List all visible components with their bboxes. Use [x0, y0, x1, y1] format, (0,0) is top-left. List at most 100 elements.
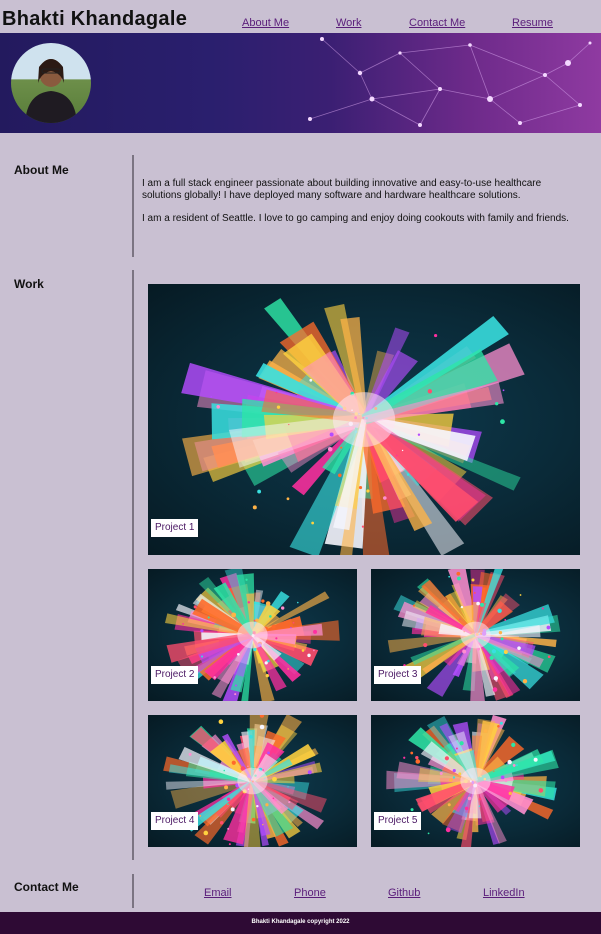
burst-particle [478, 805, 481, 807]
project-label-5[interactable]: Project 5 [374, 812, 422, 830]
burst-particle [448, 575, 451, 578]
about-heading: About Me [14, 163, 69, 177]
burst-particle [503, 649, 508, 654]
burst-particle [406, 473, 410, 476]
burst-particle [480, 602, 485, 607]
burst-particle [511, 742, 516, 747]
burst-particle [358, 485, 363, 490]
github-link[interactable]: Github [388, 887, 420, 899]
burst-particle [395, 454, 398, 457]
phone-link[interactable]: Phone [294, 887, 326, 899]
burst-particle [417, 433, 421, 436]
burst-particle [226, 797, 231, 801]
copyright-text: Bhakti Khandagale copyright 2022 [251, 919, 350, 925]
project-label-1[interactable]: Project 1 [151, 519, 199, 537]
burst-particle [517, 646, 521, 650]
burst-particle [427, 389, 433, 394]
burst-particle [541, 607, 544, 610]
burst-particle [307, 770, 312, 775]
burst-particle [546, 625, 551, 630]
burst-particle [237, 652, 240, 656]
burst-particle [467, 796, 472, 801]
burst-particle [182, 623, 184, 625]
burst-particle [410, 808, 414, 812]
burst-particle [459, 618, 461, 621]
burst-particle [493, 676, 499, 681]
project-tile-2[interactable]: Project 2 [148, 569, 357, 701]
about-paragraph-2: I am a resident of Seattle. I love to go… [142, 213, 569, 224]
burst-particle [228, 843, 231, 846]
burst-particle [262, 769, 264, 771]
burst-particle [500, 419, 505, 425]
nav-work-link[interactable]: Work [336, 17, 361, 29]
burst-particle [227, 827, 230, 830]
burst-particle [327, 446, 333, 452]
burst-particle [498, 630, 503, 635]
burst-particle [255, 618, 259, 622]
project-tile-3[interactable]: Project 3 [371, 569, 580, 701]
email-link[interactable]: Email [204, 887, 232, 899]
burst-particle [307, 653, 311, 658]
about-divider [132, 155, 134, 257]
burst-particle [471, 578, 475, 582]
burst-particle [257, 489, 262, 494]
burst-particle [507, 759, 512, 765]
burst-particle [256, 804, 259, 808]
nav-about-link[interactable]: About Me [242, 17, 289, 29]
burst-particle [265, 803, 269, 807]
contact-divider [132, 874, 134, 908]
burst-particle [415, 755, 419, 760]
burst-particle [427, 832, 430, 835]
burst-particle [497, 724, 500, 728]
project-label-2[interactable]: Project 2 [151, 666, 199, 684]
burst-particle [519, 594, 522, 596]
burst-particle [280, 606, 285, 610]
burst-particle [313, 649, 315, 652]
footer: Bhakti Khandagale copyright 2022 [0, 912, 601, 934]
nav-contact-link[interactable]: Contact Me [409, 17, 465, 29]
work-divider [132, 270, 134, 860]
burst-particle [296, 601, 299, 604]
project-tile-1[interactable]: Project 1 [148, 284, 580, 555]
burst-particle [210, 395, 213, 398]
burst-particle [269, 615, 272, 618]
burst-particle [290, 626, 292, 629]
project-tile-5[interactable]: Project 5 [371, 715, 580, 847]
project-tile-4[interactable]: Project 4 [148, 715, 357, 847]
burst-core [460, 767, 491, 795]
burst-particle [245, 578, 248, 581]
burst-particle [309, 378, 313, 382]
nav-resume-link[interactable]: Resume [512, 17, 553, 29]
burst-particle [193, 605, 197, 609]
burst-particle [500, 775, 505, 780]
burst-particle [294, 645, 297, 648]
burst-particle [200, 629, 204, 633]
burst-particle [444, 756, 450, 761]
burst-core [237, 767, 268, 795]
burst-particle [458, 772, 462, 776]
burst-particle [483, 729, 488, 733]
burst-particle [410, 751, 414, 755]
burst-particle [515, 764, 518, 767]
work-heading: Work [14, 277, 44, 291]
burst-core [237, 621, 268, 649]
burst-particle [288, 800, 291, 804]
project-label-3[interactable]: Project 3 [374, 666, 422, 684]
burst-particle [203, 830, 209, 836]
site-name: Bhakti Khandagale [2, 8, 188, 30]
linkedin-link[interactable]: LinkedIn [483, 887, 525, 899]
burst-particle [188, 752, 192, 756]
burst-particle [504, 619, 507, 621]
burst-particle [456, 571, 461, 576]
burst-particle [494, 401, 499, 406]
burst-particle [207, 616, 210, 619]
burst-core [460, 621, 491, 649]
burst-particle [340, 446, 343, 449]
burst-particle [464, 806, 469, 811]
person-silhouette [25, 59, 77, 123]
burst-particle [439, 772, 443, 776]
burst-particle [218, 719, 224, 725]
burst-particle [476, 601, 480, 606]
burst-particle [504, 779, 508, 783]
project-label-4[interactable]: Project 4 [151, 812, 199, 830]
